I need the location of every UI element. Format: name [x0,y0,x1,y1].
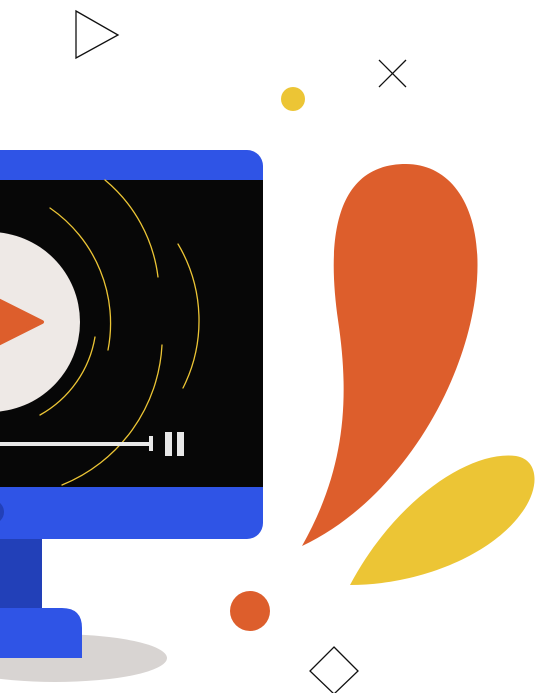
close-cross-icon [378,59,407,88]
video-player-illustration [0,9,535,693]
diamond-outline-icon [309,646,359,693]
monitor-stand-neck [0,535,42,615]
illustration-canvas [0,0,535,693]
play-outline-icon [75,9,120,60]
orange-dot-decoration [230,591,270,631]
video-progress-handle[interactable] [149,436,153,451]
video-progress-bar[interactable] [0,442,152,446]
monitor-stand-base [0,608,82,658]
yellow-dot-decoration [281,87,305,111]
